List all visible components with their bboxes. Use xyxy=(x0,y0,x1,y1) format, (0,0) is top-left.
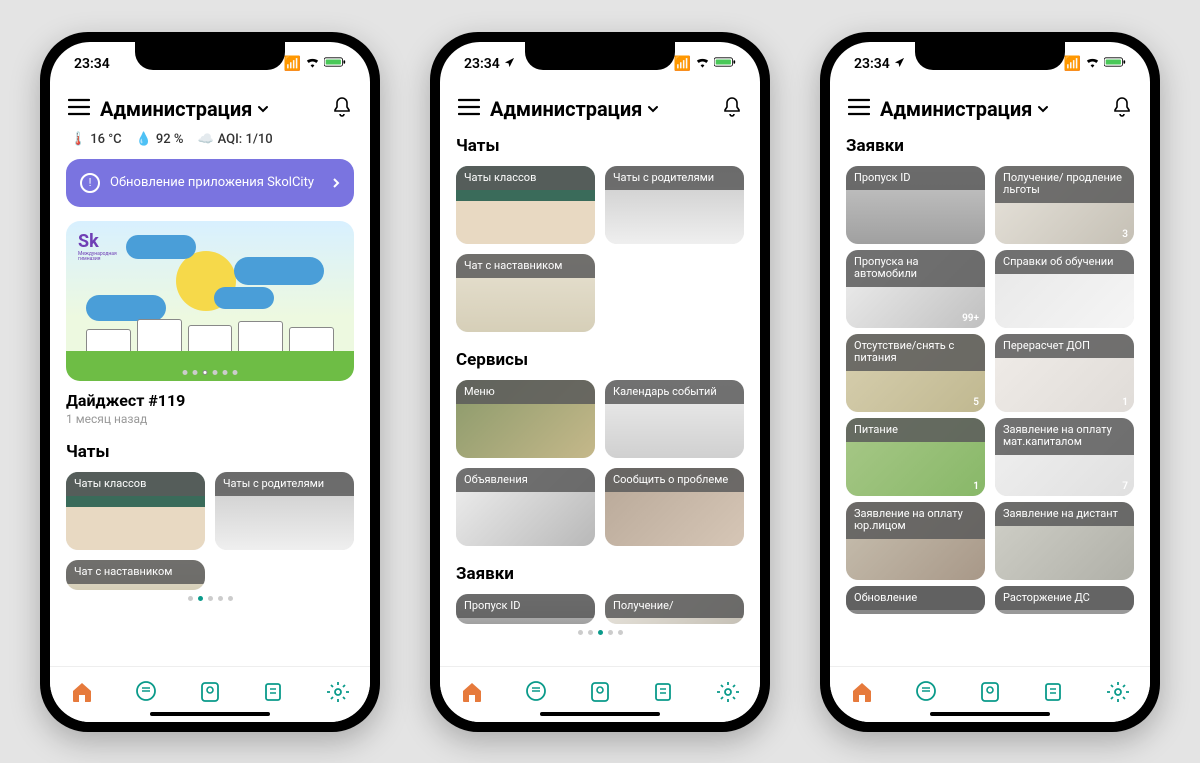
nav-home[interactable] xyxy=(849,679,875,705)
nav-profile[interactable] xyxy=(197,679,223,705)
wifi-icon xyxy=(695,56,710,72)
bell-icon[interactable] xyxy=(332,96,352,122)
section-requests-title: Заявки xyxy=(846,136,1134,156)
hamburger-icon[interactable] xyxy=(68,98,90,120)
bell-icon[interactable] xyxy=(1112,96,1132,122)
tile-study-cert[interactable]: Справки об обучении xyxy=(995,250,1134,328)
nav-settings[interactable] xyxy=(715,679,741,705)
tile-benefits[interactable]: Получение/ xyxy=(605,594,744,624)
header-title[interactable]: Администрация xyxy=(100,97,322,121)
section-chats-title: Чаты xyxy=(66,442,354,462)
tile-distant[interactable]: Заявление на дистант xyxy=(995,502,1134,580)
tile-announcements[interactable]: Объявления xyxy=(456,468,595,546)
signal-icon: 📶 xyxy=(284,56,301,72)
nav-chat[interactable] xyxy=(523,679,549,705)
nav-news[interactable] xyxy=(1041,679,1067,705)
signal-icon: 📶 xyxy=(674,56,691,72)
tile-menu[interactable]: Меню xyxy=(456,380,595,458)
location-icon xyxy=(504,56,515,72)
pager-dots xyxy=(456,624,744,637)
section-services-title: Сервисы xyxy=(456,350,744,370)
digest-card[interactable]: SkМеждународная гимназия xyxy=(66,221,354,381)
chevron-down-icon xyxy=(256,102,270,116)
tile-matcapital[interactable]: Заявление на оплату мат.капиталом7 xyxy=(995,418,1134,496)
tile-nutrition[interactable]: Питание1 xyxy=(846,418,985,496)
tile-parent-chats[interactable]: Чаты с родителями xyxy=(605,166,744,244)
nav-news[interactable] xyxy=(261,679,287,705)
digest-title: Дайджест #119 xyxy=(66,391,354,410)
section-chats-title: Чаты xyxy=(456,136,744,156)
nav-chat[interactable] xyxy=(913,679,939,705)
chevron-down-icon xyxy=(1036,102,1050,116)
nav-settings[interactable] xyxy=(1105,679,1131,705)
battery-icon xyxy=(714,56,736,72)
wifi-icon xyxy=(1085,56,1100,72)
tile-pass-id[interactable]: Пропуск ID xyxy=(846,166,985,244)
section-requests-title: Заявки xyxy=(456,564,744,584)
tile-report-problem[interactable]: Сообщить о проблеме xyxy=(605,468,744,546)
tile-parent-chats[interactable]: Чаты с родителями xyxy=(215,472,354,550)
tile-meal-absence[interactable]: Отсутствие/снять с питания5 xyxy=(846,334,985,412)
phone-mockup-2: 23:34 📶 Администрация Чаты Чаты классов … xyxy=(430,32,770,732)
tile-class-chats[interactable]: Чаты классов xyxy=(456,166,595,244)
nav-profile[interactable] xyxy=(977,679,1003,705)
nav-home[interactable] xyxy=(459,679,485,705)
update-banner[interactable]: ! Обновление приложения SkolCity xyxy=(66,159,354,207)
pager-dots xyxy=(66,590,354,603)
nav-chat[interactable] xyxy=(133,679,159,705)
tile-mentor-chat[interactable]: Чат с наставником xyxy=(456,254,595,332)
tile-calendar[interactable]: Календарь событий xyxy=(605,380,744,458)
signal-icon: 📶 xyxy=(1064,56,1081,72)
nav-settings[interactable] xyxy=(325,679,351,705)
location-icon xyxy=(894,56,905,72)
tile-mentor-chat[interactable]: Чат с наставником xyxy=(66,560,205,590)
tile-terminate[interactable]: Расторжение ДС xyxy=(995,586,1134,614)
hamburger-icon[interactable] xyxy=(458,98,480,120)
info-icon: ! xyxy=(80,173,100,193)
chevron-down-icon xyxy=(646,102,660,116)
phone-mockup-3: 23:34 📶 Администрация Заявки Пропуск ID … xyxy=(820,32,1160,732)
weather-row: 🌡️16 °C 💧92 % ☁️AQI: 1/10 xyxy=(66,128,354,159)
tile-car-pass[interactable]: Пропуска на автомобили99+ xyxy=(846,250,985,328)
battery-icon xyxy=(324,56,346,72)
tile-class-chats[interactable]: Чаты классов xyxy=(66,472,205,550)
tile-pass-id[interactable]: Пропуск ID xyxy=(456,594,595,624)
wifi-icon xyxy=(305,56,320,72)
digest-subtitle: 1 месяц назад xyxy=(66,412,354,426)
tile-recalc[interactable]: Перерасчет ДОП1 xyxy=(995,334,1134,412)
phone-mockup-1: 23:34 📶 Администрация xyxy=(40,32,380,732)
header-title[interactable]: Администрация xyxy=(490,97,712,121)
chevron-right-icon xyxy=(332,177,340,189)
tile-update[interactable]: Обновление xyxy=(846,586,985,614)
tile-legal-payment[interactable]: Заявление на оплату юр.лицом xyxy=(846,502,985,580)
hamburger-icon[interactable] xyxy=(848,98,870,120)
bell-icon[interactable] xyxy=(722,96,742,122)
nav-home[interactable] xyxy=(69,679,95,705)
battery-icon xyxy=(1104,56,1126,72)
tile-benefits[interactable]: Получение/ продление льготы3 xyxy=(995,166,1134,244)
nav-profile[interactable] xyxy=(587,679,613,705)
header-title[interactable]: Администрация xyxy=(880,97,1102,121)
nav-news[interactable] xyxy=(651,679,677,705)
